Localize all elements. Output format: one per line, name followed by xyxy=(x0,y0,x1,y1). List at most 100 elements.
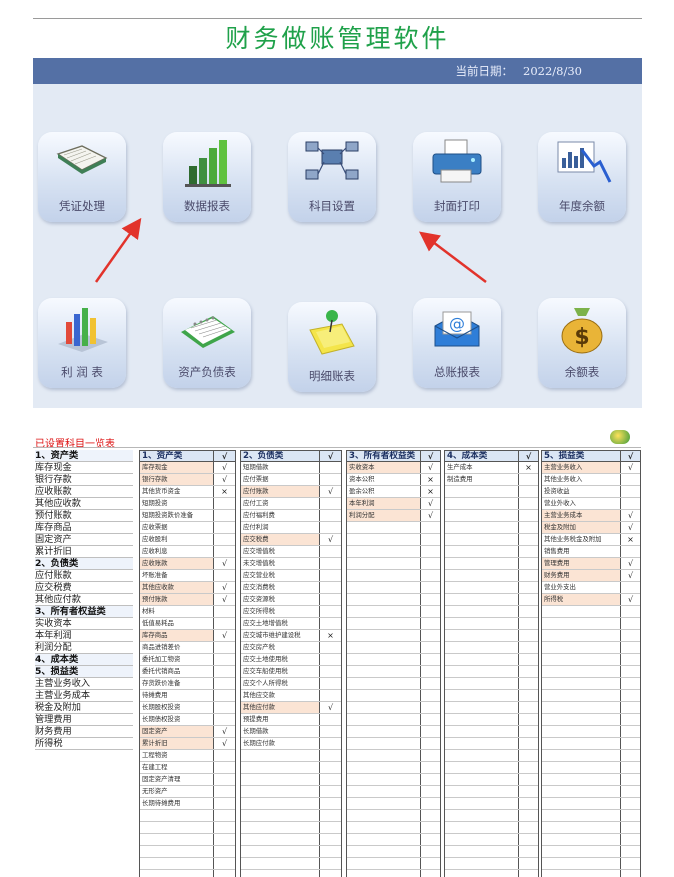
account-mark[interactable]: × xyxy=(319,630,341,641)
account-mark[interactable] xyxy=(420,834,440,845)
account-mark[interactable] xyxy=(319,690,341,701)
account-mark[interactable] xyxy=(518,618,538,629)
account-mark[interactable] xyxy=(620,762,640,773)
account-mark[interactable] xyxy=(518,726,538,737)
account-mark[interactable] xyxy=(420,678,440,689)
account-mark[interactable] xyxy=(620,798,640,809)
account-mark[interactable] xyxy=(319,654,341,665)
account-mark[interactable]: √ xyxy=(620,462,640,473)
account-mark[interactable]: √ xyxy=(213,582,235,593)
account-mark[interactable] xyxy=(420,774,440,785)
account-mark[interactable] xyxy=(620,474,640,485)
account-mark[interactable] xyxy=(518,546,538,557)
account-mark[interactable] xyxy=(620,618,640,629)
account-mark[interactable] xyxy=(620,822,640,833)
account-mark[interactable] xyxy=(319,714,341,725)
account-mark[interactable] xyxy=(420,846,440,857)
account-mark[interactable] xyxy=(420,618,440,629)
account-mark[interactable] xyxy=(420,582,440,593)
account-mark[interactable] xyxy=(213,702,235,713)
account-mark[interactable]: √ xyxy=(620,510,640,521)
account-mark[interactable] xyxy=(518,810,538,821)
account-mark[interactable] xyxy=(420,654,440,665)
account-mark[interactable] xyxy=(213,642,235,653)
account-mark[interactable] xyxy=(620,834,640,845)
account-mark[interactable] xyxy=(319,810,341,821)
account-mark[interactable]: √ xyxy=(213,558,235,569)
account-mark[interactable] xyxy=(620,738,640,749)
account-mark[interactable] xyxy=(319,822,341,833)
account-mark[interactable] xyxy=(620,666,640,677)
account-mark[interactable]: √ xyxy=(213,630,235,641)
account-mark[interactable] xyxy=(620,846,640,857)
account-mark[interactable] xyxy=(319,834,341,845)
account-mark[interactable] xyxy=(420,870,440,877)
account-mark[interactable] xyxy=(420,642,440,653)
account-mark[interactable] xyxy=(319,522,341,533)
account-mark[interactable]: √ xyxy=(620,570,640,581)
account-mark[interactable] xyxy=(620,678,640,689)
account-mark[interactable] xyxy=(213,546,235,557)
account-mark[interactable]: √ xyxy=(213,474,235,485)
account-mark[interactable] xyxy=(420,822,440,833)
account-mark[interactable] xyxy=(319,666,341,677)
account-mark[interactable] xyxy=(518,822,538,833)
account-mark[interactable] xyxy=(213,570,235,581)
account-mark[interactable] xyxy=(319,618,341,629)
account-mark[interactable] xyxy=(420,546,440,557)
account-mark[interactable] xyxy=(213,786,235,797)
account-mark[interactable] xyxy=(620,546,640,557)
account-mark[interactable] xyxy=(420,786,440,797)
account-mark[interactable]: × xyxy=(518,462,538,473)
account-mark[interactable] xyxy=(213,606,235,617)
account-mark[interactable] xyxy=(620,690,640,701)
account-mark[interactable] xyxy=(213,666,235,677)
account-mark[interactable] xyxy=(620,714,640,725)
account-mark[interactable] xyxy=(518,582,538,593)
account-mark[interactable] xyxy=(319,870,341,877)
account-mark[interactable] xyxy=(620,786,640,797)
account-mark[interactable] xyxy=(213,618,235,629)
account-mark[interactable] xyxy=(420,690,440,701)
account-mark[interactable] xyxy=(420,702,440,713)
account-mark[interactable] xyxy=(213,858,235,869)
account-mark[interactable]: √ xyxy=(420,451,440,462)
account-mark[interactable] xyxy=(213,870,235,877)
account-mark[interactable] xyxy=(319,798,341,809)
account-mark[interactable] xyxy=(319,642,341,653)
account-mark[interactable]: √ xyxy=(620,594,640,605)
account-mark[interactable] xyxy=(620,870,640,877)
account-mark[interactable] xyxy=(213,690,235,701)
account-mark[interactable] xyxy=(620,630,640,641)
account-mark[interactable] xyxy=(518,714,538,725)
account-mark[interactable] xyxy=(319,774,341,785)
account-mark[interactable] xyxy=(620,750,640,761)
account-mark[interactable]: √ xyxy=(213,462,235,473)
account-mark[interactable] xyxy=(319,678,341,689)
account-mark[interactable]: √ xyxy=(620,522,640,533)
account-mark[interactable] xyxy=(420,714,440,725)
account-mark[interactable] xyxy=(420,606,440,617)
account-mark[interactable]: × xyxy=(420,486,440,497)
account-mark[interactable] xyxy=(319,606,341,617)
account-mark[interactable] xyxy=(518,474,538,485)
account-mark[interactable] xyxy=(213,714,235,725)
account-mark[interactable] xyxy=(620,702,640,713)
account-mark[interactable] xyxy=(319,558,341,569)
account-mark[interactable] xyxy=(319,726,341,737)
account-mark[interactable] xyxy=(420,534,440,545)
account-mark[interactable] xyxy=(518,798,538,809)
account-mark[interactable] xyxy=(420,630,440,641)
account-mark[interactable] xyxy=(420,762,440,773)
account-mark[interactable] xyxy=(518,606,538,617)
account-mark[interactable] xyxy=(319,594,341,605)
account-mark[interactable]: √ xyxy=(319,451,341,462)
account-mark[interactable] xyxy=(518,762,538,773)
account-mark[interactable] xyxy=(518,834,538,845)
account-mark[interactable]: × xyxy=(620,534,640,545)
account-mark[interactable] xyxy=(213,498,235,509)
account-mark[interactable] xyxy=(213,846,235,857)
account-mark[interactable] xyxy=(620,810,640,821)
account-mark[interactable] xyxy=(420,522,440,533)
account-mark[interactable] xyxy=(213,822,235,833)
